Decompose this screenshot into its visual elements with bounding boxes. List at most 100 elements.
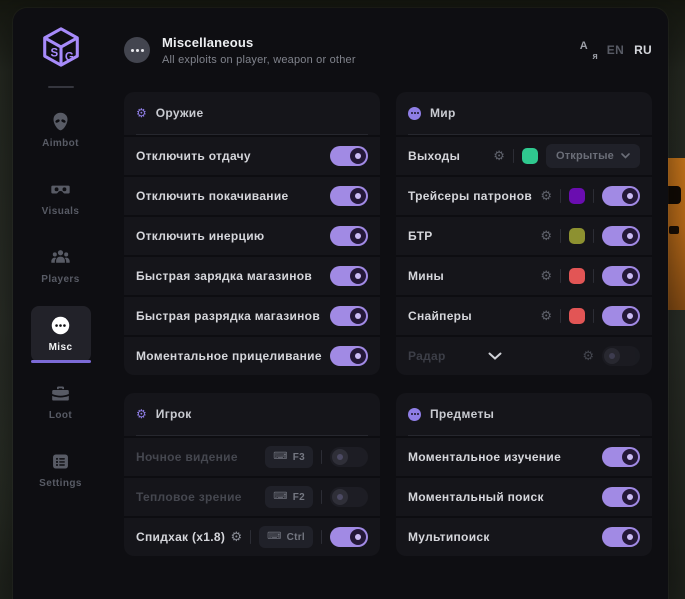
radar-expand-chevron[interactable] — [488, 352, 502, 360]
sidebar-item-aimbot[interactable]: Aimbot — [31, 102, 91, 158]
row-instant-ads: Моментальное прицеливание — [124, 335, 380, 375]
row-radar: Радар ⚙ — [396, 335, 652, 375]
gear-icon[interactable]: ⚙ — [493, 150, 505, 163]
toggle-on[interactable] — [330, 226, 368, 246]
panel-title: Мир — [430, 106, 456, 120]
row-instant-loot: Моментальный поиск — [396, 476, 652, 516]
panel-weapon-header: ⚙ Оружие — [124, 92, 380, 134]
sidebar-item-label: Visuals — [42, 206, 80, 217]
row-disable-sway: Отключить покачивание — [124, 175, 380, 215]
exits-dropdown[interactable]: Открытые — [546, 144, 640, 168]
sidebar-item-label: Loot — [49, 410, 72, 421]
ellipsis-circle-icon — [408, 408, 421, 421]
gear-icon[interactable]: ⚙ — [540, 310, 552, 323]
sidebar: S G Aimbot Visuals — [13, 8, 108, 599]
toggle-on[interactable] — [330, 527, 368, 547]
gear-icon[interactable]: ⚙ — [230, 531, 242, 544]
chevron-down-icon — [488, 352, 502, 360]
toggle-off[interactable] — [330, 487, 368, 507]
sidebar-item-misc[interactable]: Misc — [31, 306, 91, 362]
cheat-menu-window: S G Aimbot Visuals — [13, 8, 668, 599]
gear-icon: ⚙ — [136, 408, 147, 420]
toggle-on[interactable] — [602, 306, 640, 326]
sidebar-item-settings[interactable]: Settings — [31, 442, 91, 498]
keyboard-icon: ⌨ — [267, 532, 281, 542]
right-column: Мир Выходы ⚙ Открытые — [396, 92, 652, 556]
people-icon — [50, 247, 71, 268]
row-disable-inertia: Отключить инерцию — [124, 215, 380, 255]
lang-option-en[interactable]: EN — [607, 43, 624, 57]
panel-items: Предметы Моментальное изучение Моменталь… — [396, 393, 652, 556]
panel-title: Игрок — [156, 407, 192, 421]
row-night-vision: Ночное видение ⌨ F3 — [124, 436, 380, 476]
color-swatch[interactable] — [569, 268, 585, 284]
panel-title: Оружие — [156, 106, 204, 120]
toggle-on[interactable] — [602, 447, 640, 467]
gear-icon[interactable]: ⚙ — [540, 230, 552, 243]
row-speedhack: Спидхак (x1.8) ⚙ ⌨ Ctrl — [124, 516, 380, 556]
divider — [593, 309, 594, 323]
gear-icon: ⚙ — [136, 107, 147, 119]
toggle-on[interactable] — [602, 186, 640, 206]
panel-player-header: ⚙ Игрок — [124, 393, 380, 435]
left-column: ⚙ Оружие Отключить отдачу Отключить пока… — [124, 92, 380, 556]
sidebar-item-label: Players — [41, 274, 79, 285]
sidebar-item-loot[interactable]: Loot — [31, 374, 91, 430]
panel-world: Мир Выходы ⚙ Открытые — [396, 92, 652, 375]
divider — [513, 149, 514, 163]
color-swatch[interactable] — [522, 148, 538, 164]
toggle-on[interactable] — [330, 266, 368, 286]
toggle-off[interactable] — [330, 447, 368, 467]
top-bar: Miscellaneous All exploits on player, we… — [108, 8, 668, 92]
page-subtitle: All exploits on player, weapon or other — [162, 54, 356, 66]
sidebar-item-label: Settings — [39, 478, 82, 489]
toggle-off[interactable] — [602, 346, 640, 366]
color-swatch[interactable] — [569, 228, 585, 244]
toggle-on[interactable] — [330, 306, 368, 326]
toggle-on[interactable] — [602, 527, 640, 547]
lang-option-ru[interactable]: RU — [634, 43, 652, 57]
row-mines: Мины ⚙ — [396, 255, 652, 295]
gear-icon[interactable]: ⚙ — [582, 350, 594, 363]
hotkey-badge[interactable]: ⌨ F2 — [265, 486, 313, 508]
svg-text:S: S — [50, 48, 58, 60]
sidebar-item-players[interactable]: Players — [31, 238, 91, 294]
toggle-on[interactable] — [330, 186, 368, 206]
divider — [593, 269, 594, 283]
divider — [560, 269, 561, 283]
row-instant-research: Моментальное изучение — [396, 436, 652, 476]
divider — [560, 229, 561, 243]
keyboard-icon: ⌨ — [273, 492, 287, 502]
row-thermal-vision: Тепловое зрение ⌨ F2 — [124, 476, 380, 516]
background-game-artifact — [667, 158, 685, 310]
hotkey-badge[interactable]: ⌨ F3 — [265, 446, 313, 468]
toggle-on[interactable] — [602, 487, 640, 507]
row-exits: Выходы ⚙ Открытые — [396, 135, 652, 175]
app-logo-cube-icon: S G — [38, 24, 84, 70]
briefcase-icon — [50, 383, 71, 404]
sidebar-item-visuals[interactable]: Visuals — [31, 170, 91, 226]
toggle-on[interactable] — [602, 266, 640, 286]
color-swatch[interactable] — [569, 308, 585, 324]
row-disable-recoil: Отключить отдачу — [124, 135, 380, 175]
chevron-down-icon — [621, 153, 630, 159]
toggle-on[interactable] — [330, 346, 368, 366]
content-grid: ⚙ Оружие Отключить отдачу Отключить пока… — [108, 92, 668, 599]
keyboard-icon: ⌨ — [273, 452, 287, 462]
ellipsis-circle-icon — [50, 315, 71, 336]
divider — [250, 530, 251, 544]
gear-icon[interactable]: ⚙ — [540, 270, 552, 283]
color-swatch[interactable] — [569, 188, 585, 204]
toggle-on[interactable] — [602, 226, 640, 246]
sidebar-divider — [48, 86, 74, 88]
sidebar-item-label: Aimbot — [42, 138, 79, 149]
gear-icon[interactable]: ⚙ — [540, 190, 552, 203]
toggle-on[interactable] — [330, 146, 368, 166]
divider — [593, 189, 594, 203]
list-icon — [50, 451, 71, 472]
hotkey-badge[interactable]: ⌨ Ctrl — [259, 526, 313, 548]
language-switcher: A я EN RU — [580, 42, 652, 58]
sidebar-nav: Aimbot Visuals Play — [31, 102, 91, 498]
page-title: Miscellaneous — [162, 35, 356, 50]
divider — [321, 450, 322, 464]
